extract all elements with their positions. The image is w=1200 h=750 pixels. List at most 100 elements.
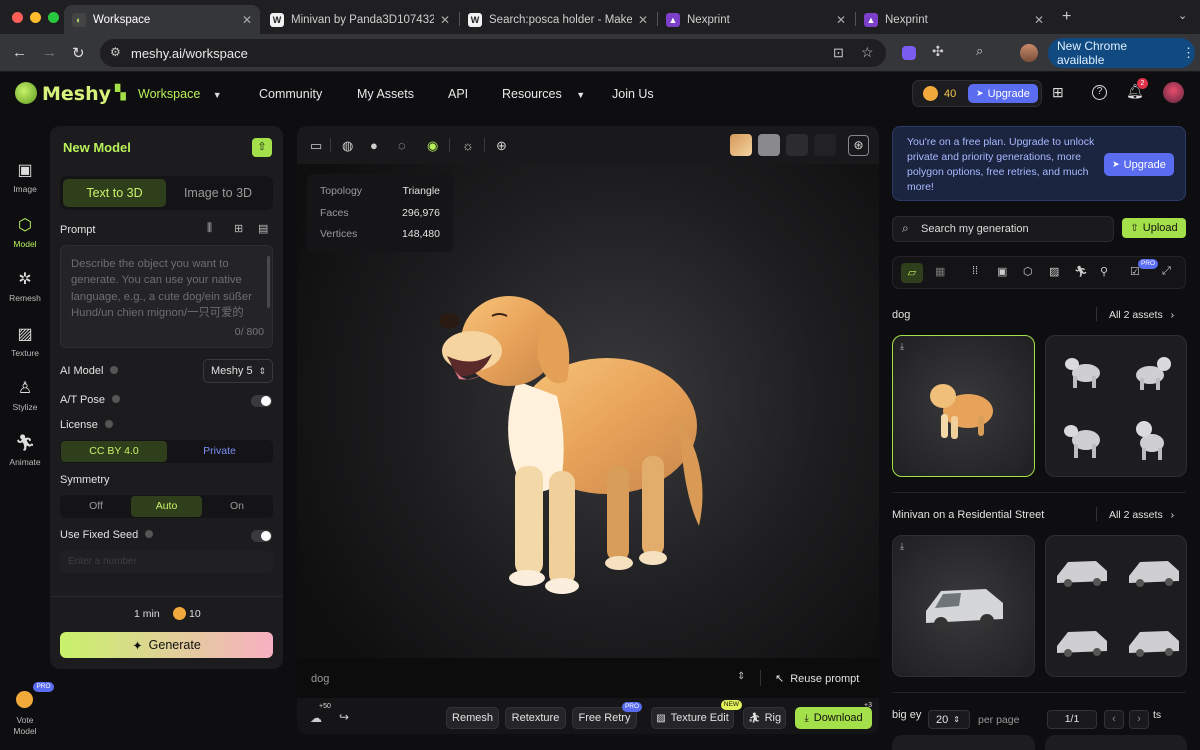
all-assets-link-minivan[interactable]: All 2 assets › [1109,509,1174,521]
address-bar[interactable]: ⚙ meshy.ai/workspace ⊡ ☆ [100,39,886,67]
close-window-button[interactable] [12,12,23,23]
upload-button[interactable]: ⇧ [252,138,272,157]
install-app-icon[interactable]: ⊡ [833,45,844,61]
dots-filter-icon[interactable]: ⁞⁞ [972,265,978,277]
rail-item-image[interactable]: ▣ Image [0,160,50,194]
ai-model-select[interactable]: Meshy 5 ⇕ [203,359,273,383]
dog-variants-card[interactable] [1045,335,1187,477]
prompt-scrollbar[interactable] [267,256,270,308]
minivan-main-card[interactable]: ⤓ [892,535,1035,677]
reload-icon[interactable]: ↻ [72,44,85,62]
rail-item-animate[interactable]: 🏃︎ Animate [0,433,50,467]
folder-filter-icon[interactable]: ▱ [901,263,923,283]
search-generation-input[interactable]: ⌕ Search my generation [892,216,1114,242]
dog-variant-1-thumbnail[interactable] [1058,348,1108,398]
share-icon[interactable]: ↪ [339,710,349,724]
all-assets-link-dog[interactable]: All 2 assets › [1109,309,1174,321]
texture-filter-icon[interactable]: ▨ [1049,265,1059,278]
rig-button[interactable]: ⛹︎ Rig [743,707,786,729]
tab-workspace[interactable]: ◐ Workspace ✕ [64,5,260,34]
tab-minivan[interactable]: W Minivan by Panda3D107432 M ✕ [262,5,458,34]
bg-swatch-texture[interactable] [730,134,752,156]
new-tab-icon[interactable]: + [1062,8,1071,26]
gift-icon[interactable]: ⊞ [1052,84,1064,101]
new-chrome-available-button[interactable]: New Chrome available ⋮ [1048,38,1195,68]
fixed-seed-toggle[interactable] [251,530,272,542]
nav-join-us[interactable]: Join Us [612,87,654,101]
rail-item-model[interactable]: ⬡ Model [0,215,50,249]
rail-item-stylize[interactable]: ♙ Stylize [0,378,50,412]
bg-swatch-black[interactable] [814,134,836,156]
remesh-button[interactable]: Remesh [446,707,499,729]
minivan-variant-2-thumbnail[interactable] [1126,556,1182,590]
nav-api[interactable]: API [448,87,468,101]
grid-filter-icon[interactable]: ▦ [935,265,945,278]
prev-page-button[interactable]: ‹ [1104,710,1124,729]
minivan-variant-3-thumbnail[interactable] [1054,626,1110,660]
solid-sphere-icon[interactable]: ● [370,138,378,153]
textured-sphere-icon[interactable]: ◉ [427,138,438,154]
tab-search[interactable]: W Search:posca holder - Maker ✕ [460,5,656,34]
monitor-icon[interactable]: ▭ [310,138,322,154]
puzzle-extensions-icon[interactable]: ✣ [932,43,944,60]
download-icon[interactable]: ⤓ [900,341,904,352]
prompt-textarea[interactable]: Describe the object you want to generate… [60,245,273,348]
extension-icon[interactable] [902,46,916,60]
prompt-mode-icon[interactable]: ⫼ [207,222,212,235]
animate-filter-icon[interactable]: 🏃︎ [1074,265,1088,278]
per-page-select[interactable]: 20 ⇕ [928,710,970,729]
upload-model-button[interactable]: ⇧ Upload [1122,218,1186,238]
nav-resources[interactable]: Resources ▼ [502,87,585,101]
bg-swatch-gray[interactable] [758,134,780,156]
dog-variant-4-thumbnail[interactable] [1126,416,1176,466]
tab-image-to-3d[interactable]: Image to 3D [166,179,270,207]
close-tab-icon[interactable]: ✕ [242,13,252,27]
close-tab-icon[interactable]: ✕ [440,13,450,27]
prompt-library-icon[interactable]: ⊞ [234,222,243,235]
tab-nexprint-1[interactable]: ▲ Nexprint ✕ [658,5,854,34]
tab-search-icon[interactable]: ⌕ [976,43,983,59]
license-private[interactable]: Private [167,441,272,462]
wireframe-sphere-icon[interactable]: ◍ [342,138,353,154]
bookmark-star-icon[interactable]: ☆ [861,44,874,61]
download-icon[interactable]: ⤓ [900,541,904,552]
generate-button[interactable]: ✦ Generate [60,632,273,658]
cube-filter-icon[interactable]: ⬡ [1023,265,1033,278]
tab-search-chevron-icon[interactable]: ⌄ [1178,9,1187,22]
close-tab-icon[interactable]: ✕ [836,13,846,27]
environment-globe-icon[interactable]: ⊕ [496,138,507,154]
next-group-card[interactable] [892,735,1035,750]
symmetry-auto[interactable]: Auto [131,496,202,517]
lighting-sun-icon[interactable]: ☼ [462,138,474,153]
license-cc-by[interactable]: CC BY 4.0 [61,441,167,462]
dog-variant-3-thumbnail[interactable] [1058,416,1108,466]
nav-community[interactable]: Community [259,87,322,101]
minivan-variants-card[interactable] [1045,535,1187,677]
tab-text-to-3d[interactable]: Text to 3D [63,179,166,207]
expand-icon[interactable]: ⤢ [1162,265,1171,278]
texture-edit-button[interactable]: ▨ Texture Edit [651,707,734,729]
profile-avatar[interactable] [1020,44,1038,62]
rail-item-texture[interactable]: ▨ Texture [0,324,50,358]
symmetry-off[interactable]: Off [61,496,131,517]
promo-upgrade-button[interactable]: ➤ Upgrade [1104,153,1174,176]
stylize-filter-icon[interactable]: ⚲ [1100,265,1108,278]
rail-item-remesh[interactable]: ✲ Remesh [0,269,50,303]
bg-swatch-dark[interactable] [786,134,808,156]
workspace-menu[interactable]: Workspace ▼ [138,87,222,101]
next-page-button[interactable]: › [1129,710,1149,729]
cloud-upload-icon[interactable]: ☁ [310,711,322,725]
back-arrow-icon[interactable]: ← [12,44,27,61]
forward-arrow-icon[interactable]: → [42,44,57,61]
dog-variant-2-thumbnail[interactable] [1126,348,1176,398]
site-info-icon[interactable]: ⚙ [110,45,121,59]
reuse-prompt-button[interactable]: ↖ Reuse prompt [775,672,859,685]
dog-selected-card[interactable]: ⤓ [892,335,1035,477]
help-icon[interactable]: ? [1092,85,1107,100]
minivan-variant-4-thumbnail[interactable] [1126,626,1182,660]
minimize-window-button[interactable] [30,12,41,23]
tab-nexprint-2[interactable]: ▲ Nexprint ✕ [856,5,1052,34]
at-pose-toggle[interactable] [251,395,272,407]
seed-input[interactable]: Enter a number [60,551,273,573]
user-avatar[interactable] [1163,82,1184,103]
